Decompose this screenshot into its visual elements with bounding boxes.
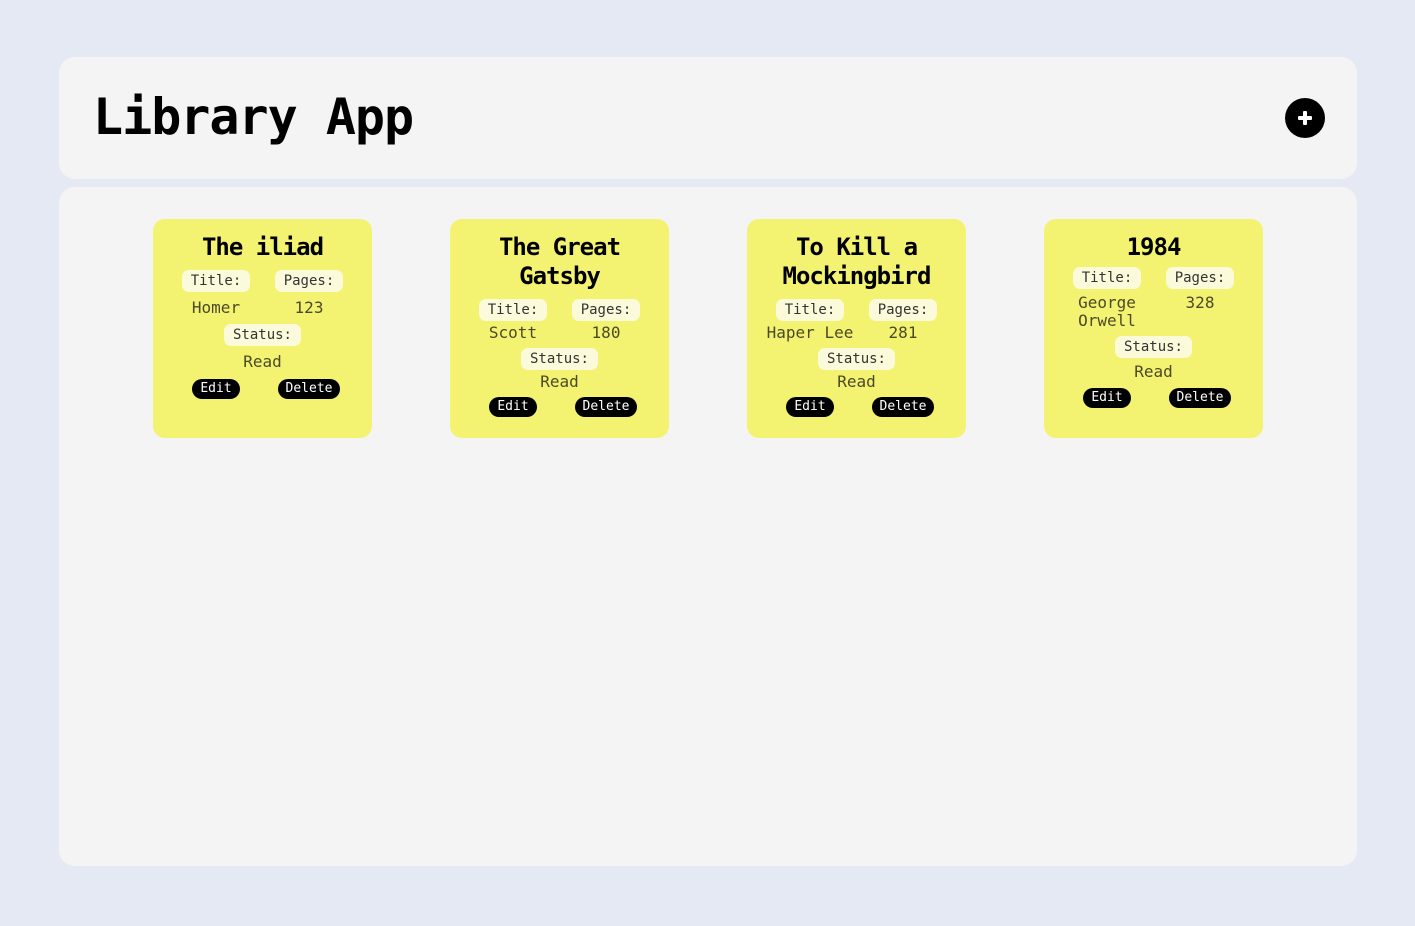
delete-button[interactable]: Delete xyxy=(277,379,341,399)
app-title: Library App xyxy=(93,88,414,146)
status-label: Status: xyxy=(817,348,895,370)
book-details-row: Title: George Orwell Pages: 328 xyxy=(1061,267,1247,330)
book-card: The Great Gatsby Title: Scott Pages: 180… xyxy=(450,219,669,438)
delete-button[interactable]: Delete xyxy=(1168,388,1232,408)
plus-icon-stroke xyxy=(1303,111,1307,125)
book-author: Scott xyxy=(488,323,538,342)
title-label: Title: xyxy=(478,299,548,321)
pages-label: Pages: xyxy=(274,270,344,292)
book-card: 1984 Title: George Orwell Pages: 328 Sta… xyxy=(1044,219,1263,438)
book-status: Read xyxy=(1134,362,1173,381)
book-pages: 123 xyxy=(294,298,324,317)
delete-button[interactable]: Delete xyxy=(574,397,638,417)
book-grid: The iliad Title: Homer Pages: 123 Status… xyxy=(59,187,1357,866)
status-block: Status: Read xyxy=(1114,336,1192,381)
book-pages: 328 xyxy=(1185,293,1215,312)
title-label: Title: xyxy=(775,299,845,321)
status-block: Status: Read xyxy=(223,324,301,371)
edit-button[interactable]: Edit xyxy=(192,379,240,399)
book-card: The iliad Title: Homer Pages: 123 Status… xyxy=(153,219,372,438)
book-status: Read xyxy=(540,372,579,391)
status-label: Status: xyxy=(520,348,598,370)
app-header: Library App xyxy=(59,57,1357,179)
book-author: Haper Lee xyxy=(766,323,854,342)
status-block: Status: Read xyxy=(817,348,895,391)
book-details-row: Title: Haper Lee Pages: 281 xyxy=(764,299,950,342)
status-block: Status: Read xyxy=(520,348,598,391)
book-name: The iliad xyxy=(201,233,324,261)
book-pages: 180 xyxy=(591,323,621,342)
book-name: To Kill a Mockingbird xyxy=(782,233,932,290)
book-status: Read xyxy=(243,352,282,371)
status-label: Status: xyxy=(223,324,301,346)
pages-label: Pages: xyxy=(571,299,641,321)
edit-button[interactable]: Edit xyxy=(489,397,537,417)
pages-label: Pages: xyxy=(868,299,938,321)
title-label: Title: xyxy=(181,270,251,292)
card-actions: Edit Delete xyxy=(170,379,356,399)
status-label: Status: xyxy=(1114,336,1192,358)
book-status: Read xyxy=(837,372,876,391)
add-book-button[interactable] xyxy=(1285,98,1325,138)
book-author: Homer xyxy=(191,298,241,317)
book-author: George Orwell xyxy=(1078,293,1136,330)
book-name: 1984 xyxy=(1126,233,1182,261)
card-actions: Edit Delete xyxy=(1061,388,1247,408)
title-label: Title: xyxy=(1072,267,1142,289)
edit-button[interactable]: Edit xyxy=(1083,388,1131,408)
book-name: The Great Gatsby xyxy=(498,233,621,290)
book-details-row: Title: Scott Pages: 180 xyxy=(467,299,653,342)
pages-label: Pages: xyxy=(1165,267,1235,289)
card-actions: Edit Delete xyxy=(764,397,950,417)
card-actions: Edit Delete xyxy=(467,397,653,417)
book-card: To Kill a Mockingbird Title: Haper Lee P… xyxy=(747,219,966,438)
delete-button[interactable]: Delete xyxy=(871,397,935,417)
edit-button[interactable]: Edit xyxy=(786,397,834,417)
book-details-row: Title: Homer Pages: 123 xyxy=(170,270,356,317)
book-pages: 281 xyxy=(888,323,918,342)
